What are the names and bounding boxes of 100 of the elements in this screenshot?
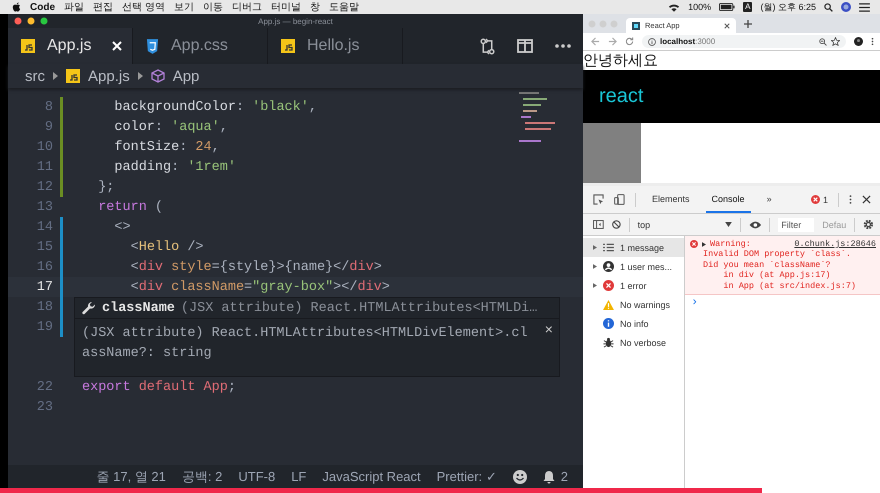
address-bar[interactable]: localhost:3000 <box>642 35 846 48</box>
context-dropdown[interactable]: top <box>638 220 732 230</box>
editor-tab[interactable]: App.js <box>8 28 133 64</box>
window-title: App.js — begin-react <box>258 16 333 26</box>
console-sidebar-item[interactable]: 1 user mes... <box>583 257 684 276</box>
status-item[interactable]: UTF-8 <box>238 469 276 484</box>
battery-percent: 100% <box>688 2 712 12</box>
menu-item[interactable]: 파일 <box>64 0 84 14</box>
empty-div-box <box>583 123 641 183</box>
wrench-icon <box>82 301 96 315</box>
menu-icon[interactable] <box>859 2 870 12</box>
chevron-icon <box>53 72 58 80</box>
new-tab-icon[interactable] <box>744 20 752 28</box>
breadcrumb-item[interactable]: App <box>172 68 200 84</box>
notification-count[interactable]: 2 <box>560 469 568 484</box>
breadcrumb-item[interactable]: App.js <box>88 68 130 84</box>
status-item[interactable]: 줄 17, 열 21 <box>96 468 166 486</box>
favicon-icon <box>632 22 640 30</box>
status-item[interactable]: Prettier: ✓ <box>436 469 497 484</box>
status-item[interactable]: 공백: 2 <box>182 468 222 486</box>
close-icon[interactable] <box>862 195 871 204</box>
kebab-menu-icon[interactable] <box>871 37 874 46</box>
sidebar-toggle-icon[interactable] <box>593 220 604 229</box>
console-sidebar-item[interactable]: No verbose <box>583 333 684 352</box>
devtools-tab[interactable]: Elements <box>646 186 696 212</box>
menu-item[interactable]: 디버그 <box>232 0 262 14</box>
bell-icon[interactable] <box>542 470 555 484</box>
smiley-icon[interactable] <box>512 470 527 484</box>
source-link[interactable]: 0.chunk.js:28646 <box>794 239 876 249</box>
filter-field[interactable]: Filter <box>778 218 814 232</box>
warning-icon <box>603 300 614 310</box>
more-tabs-button[interactable]: » <box>760 186 778 212</box>
breadcrumb-item[interactable]: src <box>25 68 45 84</box>
menu-item[interactable]: 선택 영역 <box>122 0 165 14</box>
menu-item[interactable]: 편집 <box>93 0 113 14</box>
js-file-icon <box>281 39 295 53</box>
error-icon <box>690 240 698 248</box>
compare-changes-icon[interactable] <box>480 38 495 54</box>
info-icon[interactable] <box>648 38 656 46</box>
close-button[interactable]: × <box>544 324 553 364</box>
status-item[interactable]: JavaScript React <box>322 469 421 484</box>
inspect-icon[interactable] <box>593 194 604 205</box>
css-file-icon <box>146 38 159 54</box>
line-number: 22 <box>36 380 53 394</box>
menu-item[interactable]: 보기 <box>174 0 194 14</box>
line-number: 13 <box>36 200 53 214</box>
status-item[interactable]: LF <box>291 469 306 484</box>
message-title: Warning: <box>710 239 751 249</box>
console-sidebar-item[interactable]: 1 message <box>583 238 684 257</box>
split-editor-icon[interactable] <box>517 39 533 53</box>
search-icon[interactable] <box>824 2 833 12</box>
expand-arrow-icon[interactable] <box>593 264 597 269</box>
error-icon[interactable] <box>810 195 820 204</box>
apple-icon[interactable] <box>12 2 21 12</box>
more-icon[interactable] <box>555 44 571 48</box>
window-controls-icon[interactable] <box>14 17 48 25</box>
line-number: 14 <box>36 220 53 234</box>
siri-icon[interactable] <box>841 2 851 12</box>
menu-item[interactable]: 이동 <box>202 0 223 14</box>
menu-item[interactable]: 창 <box>310 0 320 14</box>
input-source-indicator[interactable]: A <box>743 2 752 12</box>
menu-item[interactable]: 도움말 <box>328 0 359 14</box>
block-icon[interactable] <box>612 220 621 229</box>
expand-arrow-icon[interactable] <box>593 283 597 288</box>
code-line: <div style={style}>{name}</div> <box>130 260 382 274</box>
star-icon[interactable] <box>831 37 840 46</box>
line-number: 19 <box>36 320 53 334</box>
eye-icon[interactable] <box>748 220 762 228</box>
user-icon <box>603 261 614 272</box>
device-icon[interactable] <box>614 194 625 205</box>
hover-doc-line: (JSX attribute) React.HTMLAttributes<HTMLDivElement>.cl <box>82 325 528 343</box>
avatar-icon[interactable] <box>854 37 863 46</box>
info-icon <box>603 318 614 329</box>
line-number: 16 <box>36 260 53 274</box>
code-line: <> <box>113 220 131 234</box>
close-icon[interactable] <box>724 22 730 28</box>
console-sidebar-item[interactable]: No info <box>583 314 684 333</box>
code-line: }; <box>97 180 114 194</box>
message-line: in App (at src/index.js:7) <box>722 280 858 291</box>
line-number: 23 <box>36 400 53 414</box>
url-text[interactable]: localhost:3000 <box>660 37 716 46</box>
console-sidebar-item[interactable]: No warnings <box>583 295 684 314</box>
battery-icon[interactable] <box>719 3 736 11</box>
reload-icon[interactable] <box>625 37 634 46</box>
console-sidebar-item[interactable]: 1 error <box>583 276 684 295</box>
console-prompt[interactable]: › <box>685 295 880 309</box>
menu-app-name[interactable]: Code <box>30 2 55 12</box>
settings-icon[interactable] <box>863 219 874 230</box>
zoom-icon[interactable] <box>819 38 827 46</box>
menu-clock[interactable]: (월) 오후 6:25 <box>760 0 816 14</box>
error-count[interactable]: 1 <box>822 194 828 204</box>
expand-arrow-icon[interactable] <box>702 242 706 246</box>
more-icon[interactable] <box>849 194 852 205</box>
wifi-icon[interactable] <box>668 2 680 12</box>
hover-signature: (JSX attribute) React.HTMLAttributes<HTMLDi… <box>180 300 538 316</box>
list-icon <box>603 243 614 252</box>
code-line: return ( <box>97 200 164 214</box>
menu-item[interactable]: 터미널 <box>270 0 301 14</box>
greeting-text: 안녕하세요 <box>583 51 659 70</box>
message-line: in div (at App.js:17) <box>722 270 832 280</box>
